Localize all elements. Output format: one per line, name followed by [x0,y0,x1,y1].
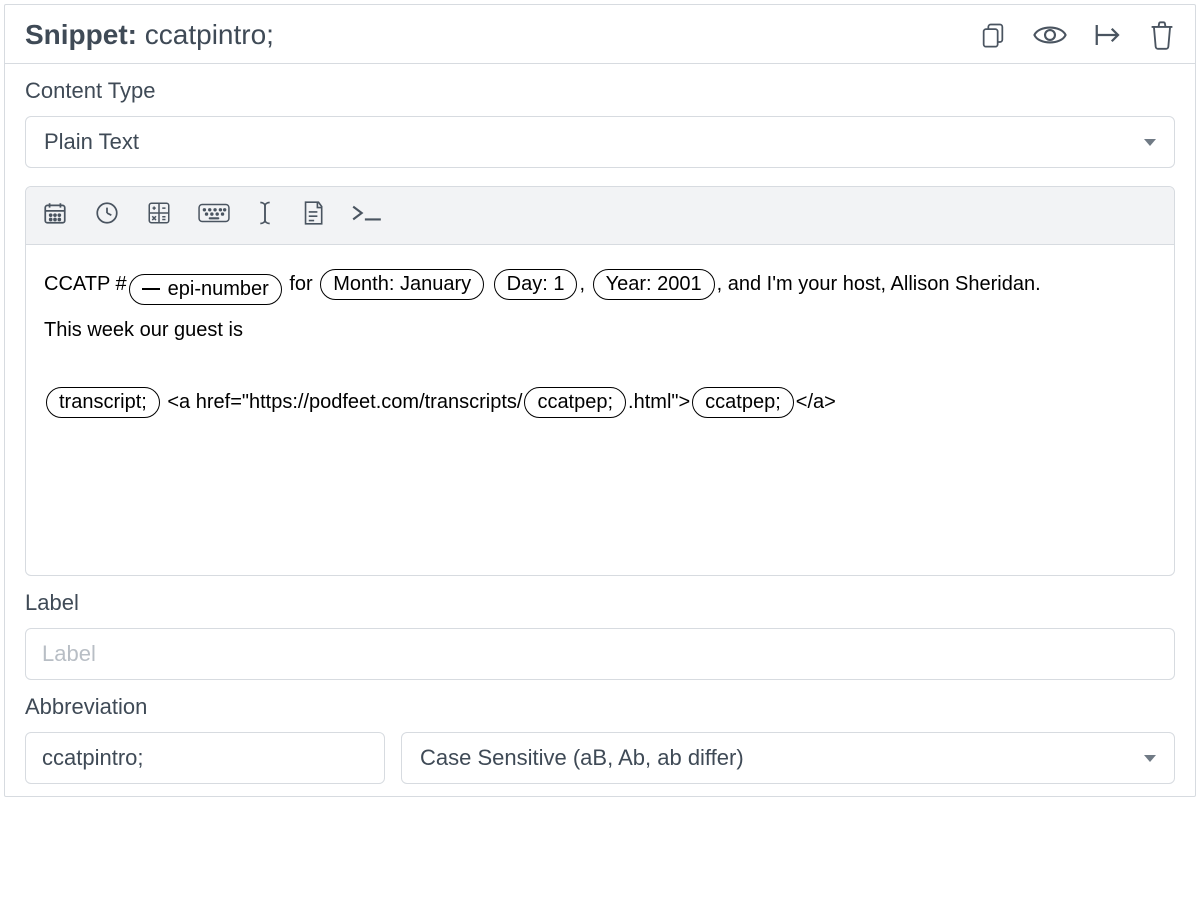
text: , and I'm your host, Allison Sheridan. [717,273,1041,295]
transcript-snippet-token[interactable]: transcript; [46,387,160,418]
month-token[interactable]: Month: January [320,269,484,300]
token-text: transcript; [59,389,147,415]
content-type-value: Plain Text [44,129,139,155]
chevron-down-icon [1144,755,1156,762]
content-type-select[interactable]: Plain Text [25,116,1175,168]
label-section: Label [5,576,1195,680]
insert-script-icon[interactable] [350,202,384,229]
ccatpep-token-2[interactable]: ccatpep; [692,387,794,418]
token-text: ccatpep; [705,389,781,415]
editor-line-3: transcript; <a href="https://podfeet.com… [44,385,1156,419]
insert-cursor-icon[interactable] [256,199,274,232]
header-actions [979,20,1175,50]
snippet-editor-panel: Snippet: ccatpintro; [4,4,1196,797]
text: , [579,273,590,295]
abbreviation-section: Abbreviation Case Sensitive (aB, Ab, ab … [5,680,1195,796]
abbreviation-field-label: Abbreviation [25,694,1175,720]
editor-line-1: CCATP # epi-number for Month: January Day… [44,267,1156,305]
fillin-epi-number-token[interactable]: epi-number [129,274,282,305]
panel-header: Snippet: ccatpintro; [5,5,1195,64]
insert-math-icon[interactable] [146,200,172,231]
label-input[interactable] [25,628,1175,680]
token-text: Month: January [333,271,471,297]
editor-body[interactable]: CCATP # epi-number for Month: January Day… [26,245,1174,575]
insert-time-icon[interactable] [94,200,120,231]
abbreviation-input[interactable] [25,732,385,784]
preview-icon[interactable] [1033,21,1067,49]
day-token[interactable]: Day: 1 [494,269,578,300]
ccatpep-token[interactable]: ccatpep; [524,387,626,418]
text: .html"> [628,391,690,413]
copy-icon[interactable] [979,21,1007,49]
handle-icon [142,288,160,290]
text: CCATP # [44,273,127,295]
text [486,273,492,295]
title-prefix: Snippet: [25,19,137,50]
content-type-section: Content Type Plain Text [5,64,1195,168]
case-sensitivity-value: Case Sensitive (aB, Ab, ab differ) [420,745,744,771]
page-title: Snippet: ccatpintro; [25,19,274,51]
snippet-editor: CCATP # epi-number for Month: January Day… [25,186,1175,576]
chevron-down-icon [1144,139,1156,146]
case-sensitivity-select[interactable]: Case Sensitive (aB, Ab, ab differ) [401,732,1175,784]
label-field-label: Label [25,590,1175,616]
insert-key-icon[interactable] [198,201,230,230]
token-text: ccatpep; [537,389,613,415]
token-text: Year: 2001 [606,271,702,297]
title-name: ccatpintro; [145,19,274,50]
year-token[interactable]: Year: 2001 [593,269,715,300]
token-text: epi-number [168,276,269,302]
insert-date-icon[interactable] [42,200,68,231]
text: This week our guest is [44,319,243,341]
abbreviation-row: Case Sensitive (aB, Ab, ab differ) [25,732,1175,790]
content-type-label: Content Type [25,78,1175,104]
editor-line-2: This week our guest is [44,313,1156,347]
token-text: Day: 1 [507,271,565,297]
text: </a> [796,391,836,413]
text: for [284,273,318,295]
insert-clipboard-icon[interactable] [300,199,324,232]
trash-icon[interactable] [1149,20,1175,50]
editor-toolbar [26,187,1174,245]
blank-line [44,355,1156,385]
export-icon[interactable] [1093,22,1123,48]
text: <a href="https://podfeet.com/transcripts… [162,391,523,413]
